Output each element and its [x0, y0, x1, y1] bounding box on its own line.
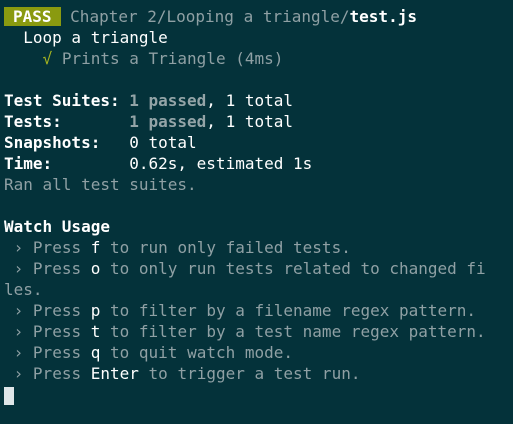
- watch-item-text: to run only failed tests.: [100, 238, 351, 257]
- watch-usage-heading: Watch Usage: [4, 217, 110, 236]
- summary-suites: Test Suites: 1 passed, 1 total: [4, 90, 513, 111]
- terminal-cursor[interactable]: [4, 386, 14, 405]
- tests-label: Tests:: [4, 112, 62, 131]
- test-name: Prints a Triangle: [61, 49, 226, 68]
- suites-passed: 1 passed: [129, 91, 207, 110]
- watch-key-p: p: [90, 301, 101, 320]
- watch-key-q: q: [90, 343, 101, 362]
- watch-usage-title: Watch Usage: [4, 216, 513, 237]
- test-result-row: √ Prints a Triangle (4ms): [4, 48, 513, 69]
- watch-item-changed[interactable]: › Press o to only run tests related to c…: [4, 258, 513, 279]
- press-label: Press: [32, 343, 82, 362]
- watch-item-quit[interactable]: › Press q to quit watch mode.: [4, 342, 513, 363]
- summary-tests: Tests: 1 passed, 1 total: [4, 111, 513, 132]
- watch-key-o: o: [90, 259, 101, 278]
- test-file-name: test.js: [349, 7, 417, 26]
- press-label: Press: [32, 364, 82, 383]
- watch-item-testname[interactable]: › Press t to filter by a test name regex…: [4, 321, 513, 342]
- watch-item-filename[interactable]: › Press p to filter by a filename regex …: [4, 300, 513, 321]
- ran-all-message: Ran all test suites.: [4, 174, 513, 195]
- describe-block: Loop a triangle: [4, 27, 513, 48]
- watch-item-wrap-text: les.: [4, 280, 43, 299]
- suites-label: Test Suites:: [4, 91, 120, 110]
- watch-key-enter: Enter: [90, 364, 139, 383]
- suites-total: , 1 total: [206, 91, 293, 110]
- terminal-window[interactable]: PASS Chapter 2/Looping a triangle/test.j…: [0, 0, 513, 424]
- ran-all-text: Ran all test suites.: [4, 175, 197, 194]
- tests-passed: 1 passed: [129, 112, 207, 131]
- press-label: Press: [32, 238, 82, 257]
- summary-snapshots: Snapshots: 0 total: [4, 132, 513, 153]
- chevron-right-icon: ›: [13, 238, 24, 257]
- chevron-right-icon: ›: [13, 343, 24, 362]
- time-label: Time:: [4, 154, 53, 173]
- summary-time: Time: 0.62s, estimated 1s: [4, 153, 513, 174]
- press-label: Press: [32, 301, 82, 320]
- watch-item-enter[interactable]: › Press Enter to trigger a test run.: [4, 363, 513, 384]
- snapshots-label: Snapshots:: [4, 133, 101, 152]
- press-label: Press: [32, 259, 82, 278]
- watch-item-changed-wrap: les.: [4, 279, 513, 300]
- chevron-right-icon: ›: [13, 322, 24, 341]
- test-duration: (4ms): [235, 49, 284, 68]
- watch-key-t: t: [90, 322, 101, 341]
- press-label: Press: [32, 322, 82, 341]
- chevron-right-icon: ›: [13, 259, 24, 278]
- chevron-right-icon: ›: [13, 301, 24, 320]
- watch-item-text: to quit watch mode.: [100, 343, 294, 362]
- prompt-line[interactable]: [4, 384, 513, 405]
- watch-item-text: to filter by a filename regex pattern.: [100, 301, 477, 320]
- watch-item-text: to only run tests related to changed fi: [100, 259, 486, 278]
- snapshots-value: 0 total: [129, 133, 197, 152]
- time-value: 0.62s, estimated 1s: [129, 154, 313, 173]
- pass-badge: PASS: [4, 7, 61, 26]
- watch-item-text: to trigger a test run.: [138, 364, 361, 383]
- test-file-header: PASS Chapter 2/Looping a triangle/test.j…: [4, 6, 513, 27]
- describe-title: Loop a triangle: [23, 28, 168, 47]
- check-icon: √: [42, 49, 53, 68]
- watch-key-f: f: [90, 238, 101, 257]
- tests-total: , 1 total: [206, 112, 293, 131]
- watch-item-text: to filter by a test name regex pattern.: [100, 322, 486, 341]
- chevron-right-icon: ›: [13, 364, 24, 383]
- test-file-dir: Chapter 2/Looping a triangle/: [70, 7, 350, 26]
- watch-item-failed[interactable]: › Press f to run only failed tests.: [4, 237, 513, 258]
